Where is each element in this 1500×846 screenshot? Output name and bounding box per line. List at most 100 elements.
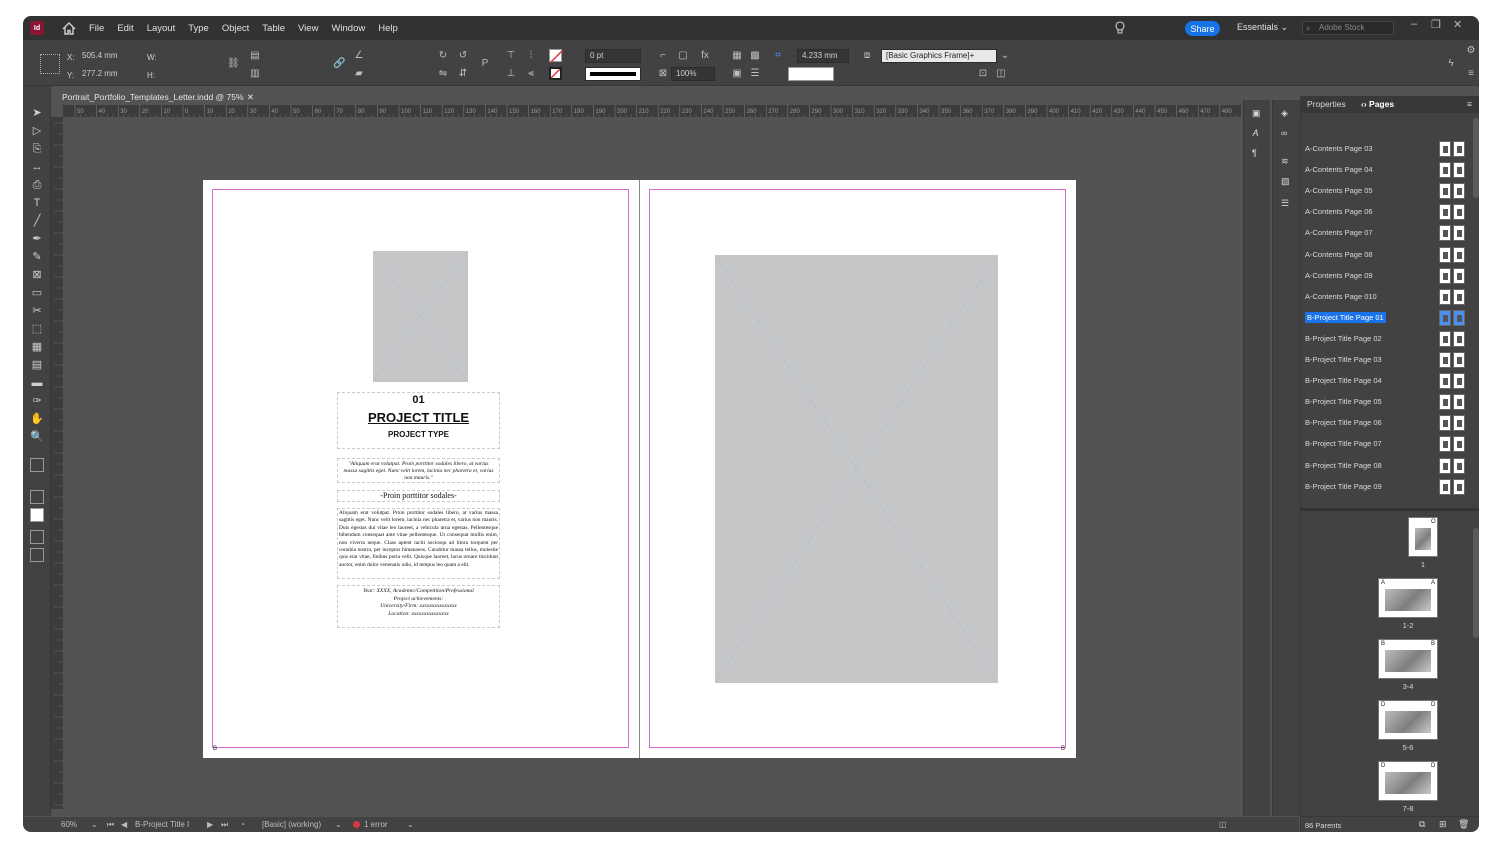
parent-row[interactable]: B-Project Title Page 02: [1301, 328, 1471, 349]
opacity-field[interactable]: 100%: [671, 67, 715, 81]
pasteboard[interactable]: 01 PROJECT TITLE PROJECT TYPE "Aliquam e…: [63, 117, 1241, 817]
eyedropper-tool-icon[interactable]: ✑: [30, 394, 44, 408]
constrain-proportions-icon[interactable]: ⛓: [227, 58, 240, 70]
next-page-icon[interactable]: ▶: [207, 820, 213, 829]
view-mode-icon[interactable]: [30, 548, 44, 562]
parent-thumbnail-left[interactable]: [1439, 267, 1451, 284]
preflight-errors[interactable]: 1 error: [364, 820, 388, 829]
lightning-icon[interactable]: ϟ: [1445, 58, 1457, 70]
previous-page-icon[interactable]: ◀: [121, 820, 127, 829]
home-icon[interactable]: [62, 21, 76, 35]
page-tool-icon[interactable]: ⎘: [30, 142, 44, 156]
parent-row[interactable]: A-Contents Page 010: [1301, 286, 1471, 307]
pen-tool-icon[interactable]: ✒: [30, 232, 44, 246]
delete-page-icon[interactable]: 🗑: [1458, 819, 1469, 830]
parent-row[interactable]: B-Project Title Page 01: [1301, 307, 1471, 328]
parent-thumbnail-left[interactable]: [1439, 204, 1451, 221]
page-size-icon[interactable]: ⧉: [1419, 819, 1425, 830]
parent-thumbnail-left[interactable]: [1439, 330, 1451, 347]
parent-row[interactable]: B-Project Title Page 06: [1301, 412, 1471, 433]
frame-offset-field[interactable]: 4.233 mm: [797, 49, 849, 63]
menu-layout[interactable]: Layout: [147, 23, 176, 34]
parent-thumbnail-left[interactable]: [1439, 478, 1451, 495]
parent-thumbnail-right[interactable]: [1453, 288, 1465, 305]
type-tool-icon[interactable]: T: [30, 196, 44, 210]
spread-thumbnail[interactable]: AA: [1378, 578, 1438, 618]
chevron-down-icon[interactable]: ⌄: [335, 820, 342, 829]
preflight-profile[interactable]: [Basic] (working): [262, 820, 321, 829]
parent-thumbnail-right[interactable]: [1453, 415, 1465, 432]
parent-row[interactable]: B-Project Title Page 04: [1301, 370, 1471, 391]
reference-point-icon[interactable]: [40, 54, 60, 74]
horizontal-ruler[interactable]: 50 40 30 20 10 0 10 20 30 40 50 60 70 80 90 100 110 120 13…: [63, 105, 1241, 117]
parent-row[interactable]: B-Project Title Page 09: [1301, 476, 1471, 497]
free-transform-tool-icon[interactable]: ⬚: [30, 322, 44, 336]
workspace-switcher[interactable]: Essentials ⌄: [1237, 22, 1288, 33]
shear-angle-icon[interactable]: ▰: [353, 68, 365, 80]
swatches-icon[interactable]: ▧: [1281, 176, 1290, 187]
parent-thumbnail-left[interactable]: [1439, 436, 1451, 453]
x-position-field[interactable]: 505.4 mm: [78, 50, 140, 64]
auto-fit-icon[interactable]: ⌗: [772, 50, 784, 62]
quote-text-frame[interactable]: "Aliquam erat volutpat. Proin porttitor …: [337, 458, 500, 483]
parent-row[interactable]: A-Contents Page 05: [1301, 180, 1471, 201]
quick-apply-icon[interactable]: ⊡: [977, 68, 989, 80]
parent-thumbnail-left[interactable]: [1439, 162, 1451, 179]
character-styles-icon[interactable]: 𝐴: [1252, 128, 1258, 139]
share-button[interactable]: Share: [1185, 21, 1220, 36]
parent-thumbnail-right[interactable]: [1453, 246, 1465, 263]
menu-type[interactable]: Type: [188, 23, 209, 34]
content-collector-icon[interactable]: ⎙: [30, 178, 44, 192]
panel-menu-icon[interactable]: ≡: [1467, 99, 1472, 109]
image-placeholder-frame[interactable]: [373, 251, 468, 382]
align-bottom-icon[interactable]: ⫷: [525, 68, 537, 80]
corner-options-icon[interactable]: ⌐: [657, 50, 669, 62]
parent-thumbnail-right[interactable]: [1453, 162, 1465, 179]
parent-thumbnail-right[interactable]: [1453, 352, 1465, 368]
first-page-icon[interactable]: ⏮: [107, 820, 114, 830]
parent-row[interactable]: B-Project Title Page 07: [1301, 433, 1471, 454]
parent-row[interactable]: A-Contents Page 08: [1301, 244, 1471, 265]
stroke-icon[interactable]: ≋: [1281, 156, 1289, 167]
align-panel-icon[interactable]: ☰: [1281, 198, 1289, 209]
meta-text-frame[interactable]: Year: XXXX, Academic/Competition/Profess…: [337, 585, 500, 628]
parent-row[interactable]: A-Contents Page 09: [1301, 265, 1471, 286]
parent-thumbnail-right[interactable]: [1453, 457, 1465, 474]
parent-thumbnail-right[interactable]: [1453, 436, 1465, 453]
height-field[interactable]: [158, 68, 220, 82]
gear-icon[interactable]: ⚙: [1465, 45, 1477, 57]
links-icon[interactable]: ∞: [1281, 128, 1287, 138]
chevron-down-icon[interactable]: ⌄: [407, 820, 414, 829]
parent-thumbnail-right[interactable]: [1453, 478, 1465, 495]
menu-help[interactable]: Help: [378, 23, 398, 34]
parent-thumbnail-right[interactable]: [1453, 267, 1465, 284]
parent-thumbnail-left[interactable]: [1439, 415, 1451, 432]
pencil-tool-icon[interactable]: ✎: [30, 250, 44, 264]
stroke-weight-field[interactable]: 0 pt: [585, 49, 641, 63]
spread-thumbnail[interactable]: DD: [1378, 700, 1438, 740]
distribute-icon[interactable]: ⫶: [525, 50, 537, 62]
open-page-icon[interactable]: ◔: [240, 820, 245, 829]
parent-row[interactable]: A-Contents Page 03: [1301, 138, 1471, 159]
zoom-tool-icon[interactable]: 🔍: [30, 430, 44, 444]
formatting-affects-icon[interactable]: [30, 490, 44, 504]
maximize-icon[interactable]: ❐: [1431, 18, 1441, 31]
parents-scrollbar[interactable]: [1473, 118, 1479, 198]
parent-row[interactable]: B-Project Title Page 08: [1301, 455, 1471, 476]
spread-thumbnail[interactable]: DD: [1378, 761, 1438, 801]
text-wrap-shape-icon[interactable]: ▣: [731, 68, 743, 80]
subheading-text-frame[interactable]: -Proin porttitor sodales-: [337, 490, 500, 502]
effects-fx-icon[interactable]: fx: [699, 50, 711, 62]
minimize-icon[interactable]: –: [1411, 18, 1417, 30]
flip-vertical-icon[interactable]: ⇵: [457, 68, 469, 80]
stroke-swatch-none[interactable]: [549, 67, 562, 80]
gradient-swatch-tool-icon[interactable]: ▦: [30, 340, 44, 354]
parent-thumbnail-left[interactable]: [1439, 246, 1451, 263]
parent-thumbnail-left[interactable]: [1439, 288, 1451, 305]
rotate-cw-icon[interactable]: ↻: [437, 50, 449, 62]
menu-window[interactable]: Window: [331, 23, 365, 34]
scale-x-icon[interactable]: ▤: [249, 50, 261, 62]
screen-mode-icon[interactable]: [30, 530, 44, 544]
menu-edit[interactable]: Edit: [117, 23, 133, 34]
direct-selection-tool-icon[interactable]: ▷: [30, 124, 44, 138]
